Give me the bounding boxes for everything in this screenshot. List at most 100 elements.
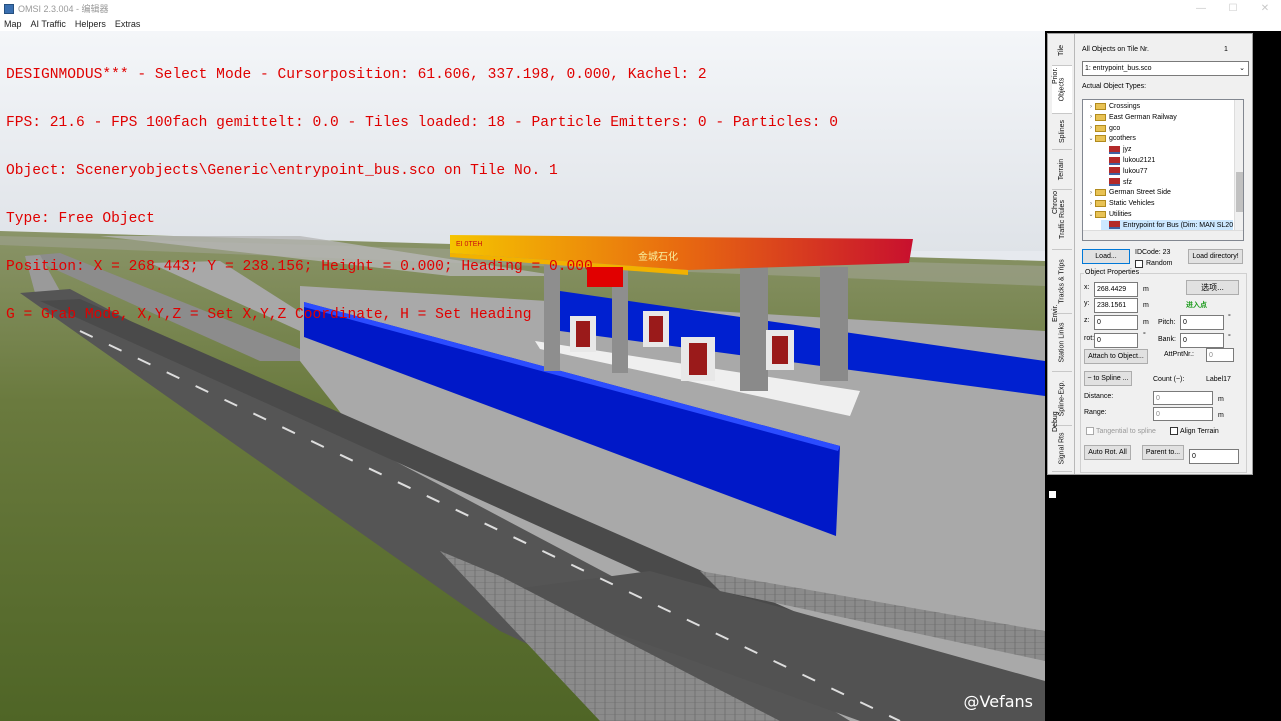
tree-scrollbar[interactable]	[1234, 100, 1243, 230]
overlay-line-mode: DESIGNMODUS*** - Select Mode - Cursorpos…	[6, 67, 707, 83]
tree-hscrollbar[interactable]	[1083, 230, 1243, 240]
y-label: y:	[1084, 300, 1090, 307]
object-icon	[1109, 156, 1120, 165]
attpnt-label: AttPntNr.:	[1164, 351, 1194, 358]
object-icon	[1109, 145, 1120, 154]
count-label: Count (~):	[1153, 376, 1185, 383]
tree-folder-item[interactable]: › Crossings	[1087, 101, 1140, 112]
random-checkbox[interactable]	[1135, 260, 1143, 268]
tree-object-item[interactable]: lukou2121	[1101, 155, 1155, 166]
menu-bar: Map AI Traffic Helpers Extras	[0, 17, 1281, 31]
menu-map[interactable]: Map	[4, 19, 22, 29]
maximize-button[interactable]: ☐	[1217, 0, 1249, 17]
editor-panel: Tile Objects Prior. Splines Terrain Traf…	[1047, 33, 1253, 475]
tab-debug-label[interactable]: Debug	[1052, 411, 1059, 432]
load-directory-button[interactable]: Load directory!	[1188, 249, 1243, 264]
close-button[interactable]: ✕	[1249, 0, 1281, 17]
tangential-checkbox[interactable]	[1086, 427, 1094, 435]
rot-label: rot:	[1084, 335, 1095, 342]
attach-to-object-button[interactable]: Attach to Object...	[1084, 349, 1148, 364]
folder-icon	[1095, 135, 1106, 143]
folder-icon	[1095, 200, 1106, 208]
tree-folder-item[interactable]: › German Street Side	[1087, 187, 1171, 198]
options-button[interactable]: 选项...	[1186, 280, 1239, 295]
tab-envir-label[interactable]: Envir.	[1052, 304, 1059, 322]
idcode-label: IDCode: 23	[1135, 249, 1171, 256]
tab-splines[interactable]: Splines	[1052, 114, 1072, 150]
z-label: z:	[1084, 317, 1090, 324]
folder-icon	[1095, 189, 1106, 197]
align-terrain-checkbox[interactable]	[1170, 427, 1178, 435]
bank-label: Bank:	[1158, 336, 1176, 343]
pitch-input[interactable]: 0	[1180, 315, 1224, 330]
distance-unit: m	[1218, 396, 1224, 403]
overlay-line-fps: FPS: 21.6 - FPS 100fach gemittelt: 0.0 -…	[6, 115, 838, 131]
expand-arrow-icon[interactable]: ›	[1087, 125, 1095, 131]
bank-input[interactable]: 0	[1180, 333, 1224, 348]
menu-ai-traffic[interactable]: AI Traffic	[31, 19, 66, 29]
object-type-tree[interactable]: › Crossings › East German Railway › gco ⌄ gcoth…	[1082, 99, 1244, 241]
attpnt-input[interactable]: 0	[1206, 348, 1234, 362]
pitch-unit: °	[1228, 314, 1231, 321]
watermark: @Vefans	[963, 692, 1033, 711]
small-white-marker	[1049, 491, 1056, 498]
load-button[interactable]: Load...	[1082, 249, 1130, 264]
object-icon	[1109, 167, 1120, 176]
object-select[interactable]: 1: entrypoint_bus.sco ⌄	[1082, 61, 1249, 76]
tree-folder-item[interactable]: ⌄ gcothers	[1087, 133, 1136, 144]
x-input[interactable]: 268.4429	[1094, 282, 1138, 297]
debug-overlay: DESIGNMODUS*** - Select Mode - Cursorpos…	[6, 35, 838, 355]
range-input[interactable]: 0	[1153, 407, 1213, 421]
minimize-button[interactable]: —	[1185, 0, 1217, 17]
entry-point-label: 进入点	[1186, 302, 1207, 309]
tree-folder-item[interactable]: ⌄ Utilities	[1087, 209, 1132, 220]
z-input[interactable]: 0	[1094, 315, 1138, 330]
menu-helpers[interactable]: Helpers	[75, 19, 106, 29]
tree-item-label: Static Vehicles	[1109, 200, 1155, 208]
tab-chrono-label[interactable]: Chrono	[1052, 191, 1059, 214]
auto-rot-all-button[interactable]: Auto Rot. All	[1084, 445, 1131, 460]
random-label: Random	[1146, 260, 1173, 267]
tree-item-label: sfz	[1123, 178, 1132, 186]
overlay-line-position: Position: X = 268.443; Y = 238.156; Heig…	[6, 259, 593, 275]
parent-input[interactable]: 0	[1189, 449, 1239, 464]
tree-folder-item[interactable]: › East German Railway	[1087, 112, 1177, 123]
app-icon	[4, 3, 14, 14]
tree-folder-item[interactable]: › gco	[1087, 123, 1120, 134]
menu-extras[interactable]: Extras	[115, 19, 141, 29]
tangential-label: Tangential to spline	[1096, 428, 1156, 435]
expand-arrow-icon[interactable]: ›	[1087, 114, 1095, 120]
tree-folder-item[interactable]: › Static Vehicles	[1087, 198, 1155, 209]
tab-signal-rts[interactable]: Signal Rts	[1052, 426, 1072, 472]
x-label: x:	[1084, 284, 1090, 291]
tree-scroll-thumb[interactable]	[1236, 172, 1243, 212]
tree-item-label: lukou77	[1123, 167, 1148, 175]
parent-to-button[interactable]: Parent to...	[1142, 445, 1184, 460]
tree-object-item[interactable]: jyz	[1101, 144, 1132, 155]
expand-arrow-icon[interactable]: ›	[1087, 190, 1095, 196]
tree-object-item[interactable]: lukou77	[1101, 166, 1148, 177]
expand-arrow-icon[interactable]: ⌄	[1087, 135, 1095, 142]
tab-station-links[interactable]: Station Links	[1052, 314, 1072, 372]
all-objects-label: All Objects on Tile Nr.	[1082, 46, 1149, 53]
y-input[interactable]: 238.1561	[1094, 298, 1138, 313]
tab-terrain[interactable]: Terrain	[1052, 150, 1072, 190]
tree-object-item[interactable]: sfz	[1101, 177, 1132, 188]
expand-arrow-icon[interactable]: ›	[1087, 201, 1095, 207]
label-value: Label17	[1206, 376, 1231, 383]
3d-viewport[interactable]: EI 0TEH 金城石化 DESIGNMODUS*** - Select Mod…	[0, 31, 1045, 721]
to-spline-button[interactable]: ~ to Spline ...	[1084, 371, 1132, 386]
tab-prior-label[interactable]: Prior.	[1052, 68, 1059, 84]
rot-input[interactable]: 0	[1094, 333, 1138, 348]
range-label: Range:	[1084, 409, 1107, 416]
distance-input[interactable]: 0	[1153, 391, 1213, 405]
tree-item-label: jyz	[1123, 146, 1132, 154]
range-unit: m	[1218, 412, 1224, 419]
tree-item-label: German Street Side	[1109, 189, 1171, 197]
window-titlebar: OMSI 2.3.004 - 编辑器 — ☐ ✕	[0, 0, 1281, 17]
object-icon	[1109, 178, 1120, 187]
tree-item-label: Crossings	[1109, 103, 1141, 110]
expand-arrow-icon[interactable]: ⌄	[1087, 211, 1095, 218]
expand-arrow-icon[interactable]: ›	[1087, 104, 1095, 110]
folder-icon	[1095, 113, 1106, 121]
